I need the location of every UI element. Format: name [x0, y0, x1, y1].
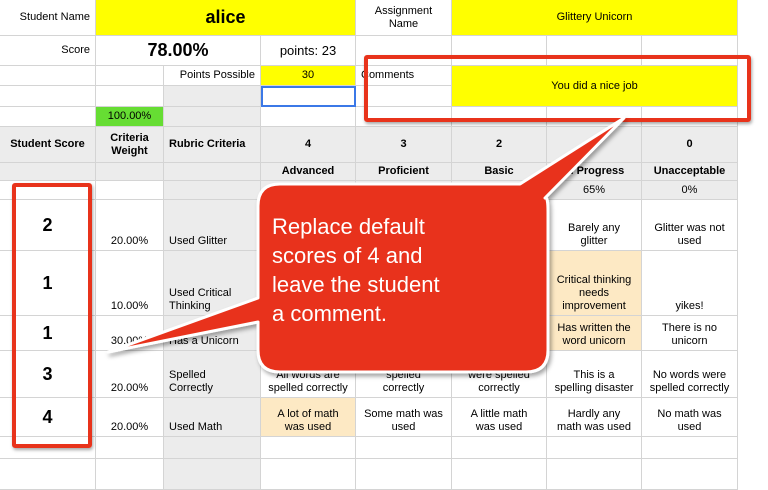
empty-cell[interactable]: [0, 66, 96, 86]
empty-cell[interactable]: [0, 163, 96, 181]
callout-text: Replace default scores of 4 and leave th…: [272, 212, 502, 328]
score-value: 78.00%: [96, 36, 261, 66]
empty-cell[interactable]: [452, 459, 547, 490]
rubric-descriptor-cell[interactable]: All words are spelled correctly: [261, 351, 356, 398]
score-label: Score: [0, 36, 96, 66]
empty-cell[interactable]: [356, 437, 452, 459]
empty-cell[interactable]: [356, 459, 452, 490]
empty-cell[interactable]: [164, 459, 261, 490]
criteria-weight-cell: 20.00%: [96, 200, 164, 251]
empty-cell[interactable]: [261, 437, 356, 459]
empty-cell[interactable]: [164, 437, 261, 459]
rubric-descriptor-cell[interactable]: No math was used: [642, 398, 738, 437]
rubric-descriptor-cell[interactable]: Has written the word unicorn: [547, 316, 642, 351]
rubric-descriptor-cell[interactable]: Some math was used: [356, 398, 452, 437]
empty-cell[interactable]: [547, 437, 642, 459]
empty-cell[interactable]: [96, 181, 164, 200]
level-score-header: 2: [452, 127, 547, 163]
level-percent: [452, 181, 547, 200]
empty-cell[interactable]: [642, 437, 738, 459]
criteria-weight-cell: 30.00%: [96, 316, 164, 351]
rubric-descriptor-cell[interactable]: A lot of math was used: [261, 398, 356, 437]
level-label: In Progress: [547, 163, 642, 181]
callout-line: Replace default: [272, 214, 425, 239]
level-label: Advanced: [261, 163, 356, 181]
level-percent: [356, 181, 452, 200]
empty-cell[interactable]: [96, 66, 164, 86]
empty-cell[interactable]: [547, 459, 642, 490]
weight-total-cell: 100.00%: [96, 107, 164, 127]
empty-cell[interactable]: [261, 107, 356, 127]
criteria-weight-cell: 20.00%: [96, 398, 164, 437]
student-score-header: Student Score: [0, 127, 96, 163]
rubric-descriptor-cell[interactable]: Hardly any math was used: [547, 398, 642, 437]
rubric-descriptor-cell[interactable]: Glitter was not used: [642, 200, 738, 251]
selected-cell[interactable]: [261, 86, 356, 107]
callout-line: a comment.: [272, 301, 387, 326]
assignment-name-cell[interactable]: Glittery Unicorn: [452, 0, 738, 36]
criteria-name-cell: Used Math: [164, 398, 261, 437]
empty-cell[interactable]: [164, 86, 261, 107]
assignment-name-label: Assignment Name: [356, 0, 452, 36]
empty-cell[interactable]: [0, 459, 96, 490]
rubric-descriptor-cell[interactable]: Barely any glitter: [547, 200, 642, 251]
empty-cell[interactable]: [96, 437, 164, 459]
score-column-highlight: [12, 183, 92, 448]
level-score-header: 1: [547, 127, 642, 163]
rubric-criteria-header: Rubric Criteria: [164, 127, 261, 163]
empty-cell[interactable]: [164, 163, 261, 181]
level-label: Basic: [452, 163, 547, 181]
empty-cell[interactable]: [164, 107, 261, 127]
level-score-header: 0: [642, 127, 738, 163]
criteria-name-cell: Used Glitter: [164, 200, 261, 251]
level-score-header: 3: [356, 127, 452, 163]
empty-cell[interactable]: [96, 86, 164, 107]
empty-cell[interactable]: [261, 459, 356, 490]
rubric-descriptor-cell[interactable]: yikes!: [642, 251, 738, 316]
empty-cell[interactable]: [0, 86, 96, 107]
empty-cell[interactable]: [642, 459, 738, 490]
empty-cell[interactable]: [96, 459, 164, 490]
points-possible-cell[interactable]: 30: [261, 66, 356, 86]
criteria-name-cell: Spelled Correctly: [164, 351, 261, 398]
empty-cell[interactable]: [96, 163, 164, 181]
rubric-descriptor-cell[interactable]: A little math was used: [452, 398, 547, 437]
level-percent: 0%: [642, 181, 738, 200]
student-name-label: Student Name: [0, 0, 96, 36]
student-name-cell[interactable]: alice: [96, 0, 356, 36]
criteria-name-cell: Used Critical Thinking: [164, 251, 261, 316]
rubric-descriptor-cell[interactable]: Critical thinking needs improvement: [547, 251, 642, 316]
rubric-descriptor-cell[interactable]: Most words spelled correctly: [356, 351, 452, 398]
level-percent: 65%: [547, 181, 642, 200]
level-label: Unacceptable: [642, 163, 738, 181]
criteria-weight-cell: 20.00%: [96, 351, 164, 398]
empty-cell[interactable]: [0, 107, 96, 127]
level-percent: [261, 181, 356, 200]
callout-line: scores of 4 and: [272, 243, 423, 268]
rubric-descriptor-cell[interactable]: Some words were spelled correctly: [452, 351, 547, 398]
empty-cell[interactable]: [452, 437, 547, 459]
level-label: Proficient: [356, 163, 452, 181]
rubric-descriptor-cell[interactable]: There is no unicorn: [642, 316, 738, 351]
comment-highlight: [364, 55, 751, 122]
empty-cell[interactable]: [164, 181, 261, 200]
rubric-descriptor-cell[interactable]: No words were spelled correctly: [642, 351, 738, 398]
criteria-name-cell: Has a Unicorn: [164, 316, 261, 351]
callout-line: leave the student: [272, 272, 440, 297]
level-score-header: 4: [261, 127, 356, 163]
criteria-weight-header: Criteria Weight: [96, 127, 164, 163]
points-possible-label: Points Possible: [164, 66, 261, 86]
rubric-descriptor-cell[interactable]: This is a spelling disaster: [547, 351, 642, 398]
points-earned: points: 23: [261, 36, 356, 66]
criteria-weight-cell: 10.00%: [96, 251, 164, 316]
